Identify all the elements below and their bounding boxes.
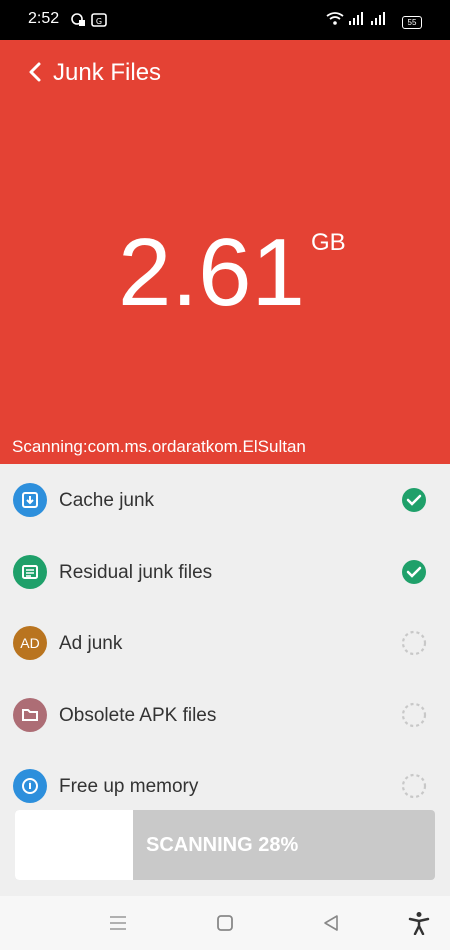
status-bar: 2:52 G 55 — [0, 0, 450, 40]
junk-size-value: 2.61 — [118, 219, 305, 326]
chevron-left-icon — [29, 62, 41, 82]
check-done-icon — [401, 559, 427, 585]
check-done-icon — [401, 487, 427, 513]
download-box-icon — [13, 483, 47, 517]
menu-icon[interactable] — [104, 909, 132, 937]
list-item-label: Obsolete APK files — [59, 705, 217, 726]
loading-spinner-icon — [401, 702, 427, 728]
svg-text:G: G — [96, 17, 102, 26]
back-button[interactable] — [22, 58, 50, 86]
list-item-label: Free up memory — [59, 776, 199, 797]
folder-icon — [13, 698, 47, 732]
list-item-label: Residual junk files — [59, 562, 213, 583]
list-item-label: Ad junk — [59, 633, 123, 654]
junk-size-unit: GB — [311, 229, 346, 256]
battery-icon: 55 — [402, 16, 422, 30]
scanning-path: Scanning:com.ms.ordaratkom.ElSultan — [12, 437, 306, 456]
progress-fill — [15, 810, 133, 880]
back-triangle-icon[interactable] — [317, 909, 345, 937]
list-item-residual-junk[interactable]: Residual junk files — [0, 536, 450, 608]
junk-category-list: Cache junk Residual junk files AD Ad jun… — [0, 464, 450, 804]
status-right-icons: 55 — [326, 11, 422, 32]
home-square-icon[interactable] — [211, 909, 239, 937]
list-item-obsolete-apk[interactable]: Obsolete APK files — [0, 679, 450, 751]
status-time: 2:52 — [28, 10, 60, 27]
document-icon — [13, 555, 47, 589]
ad-icon: AD — [13, 626, 47, 660]
wifi-signal-icons — [326, 12, 385, 25]
junk-summary-header: Junk Files 2.61 GB Scanning:com.ms.ordar… — [0, 40, 450, 464]
scan-progress-button[interactable]: SCANNING 28% — [15, 810, 435, 880]
loading-spinner-icon — [401, 773, 427, 799]
list-item-cache-junk[interactable]: Cache junk — [0, 464, 450, 536]
junk-size-display: 2.61 GB — [0, 223, 450, 323]
list-item-ad-junk[interactable]: AD Ad junk — [0, 607, 450, 679]
page-title: Junk Files — [53, 59, 162, 86]
progress-label: SCANNING 28% — [146, 834, 299, 856]
system-nav-bar — [0, 896, 450, 950]
loading-spinner-icon — [401, 630, 427, 656]
list-item-label: Cache junk — [59, 490, 155, 511]
memory-icon — [13, 769, 47, 803]
notification-icons: G — [71, 13, 107, 27]
accessibility-icon[interactable] — [405, 909, 433, 937]
status-notification-icons: G — [70, 12, 110, 33]
